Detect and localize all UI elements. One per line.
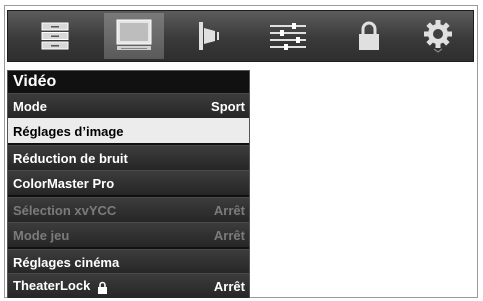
video-menu: Vidéo Mode Sport Réglages d’image Réduct…: [7, 70, 250, 298]
menu-item-label: TheaterLock: [13, 278, 91, 294]
menu-item-picture-settings[interactable]: Réglages d’image: [8, 118, 249, 143]
picture-tab[interactable]: [104, 13, 164, 59]
lock-icon: [98, 281, 108, 294]
menu-item-cinema-settings[interactable]: Réglages cinéma: [8, 249, 249, 274]
menu-item-label: Réglages d’image: [13, 123, 124, 139]
setup-list-icon: [41, 22, 69, 50]
audio-speaker-icon: [199, 22, 219, 50]
audio-tab[interactable]: [180, 13, 240, 59]
menu-item-theaterlock[interactable]: TheaterLock Arrêt: [8, 273, 249, 298]
menu-item-label: ColorMaster Pro: [13, 175, 115, 191]
picture-monitor-icon: [116, 19, 152, 50]
menu-item-label-group: TheaterLock: [13, 278, 108, 294]
menu-item-label: Réduction de bruit: [13, 150, 128, 166]
lock-icon: [359, 21, 379, 50]
lock-tab[interactable]: [339, 13, 399, 59]
menu-item-label: Sélection xvYCC: [13, 202, 117, 218]
menu-item-label: Réglages cinéma: [13, 254, 120, 270]
menu-item-value: Arrêt: [213, 202, 245, 218]
menu-title: Vidéo: [8, 71, 249, 93]
menu-item-value: Arrêt: [213, 227, 245, 243]
menu-item-noise-reduction[interactable]: Réduction de bruit: [8, 145, 249, 170]
top-icon-bar: [7, 10, 474, 62]
menu-item-mode[interactable]: Mode Sport: [8, 93, 249, 118]
menu-item-label: Mode jeu: [13, 227, 70, 243]
gear-icon: [424, 20, 452, 53]
settings-adjust-tab[interactable]: [258, 13, 318, 59]
menu-item-colormaster-pro[interactable]: ColorMaster Pro: [8, 170, 249, 195]
menu-item-value: Arrêt: [213, 278, 245, 294]
setup-gear-tab[interactable]: [408, 13, 468, 59]
menu-item-game-mode: Mode jeu Arrêt: [8, 222, 249, 247]
setup-list-tab[interactable]: [25, 13, 85, 59]
menu-item-xvycc-selection: Sélection xvYCC Arrêt: [8, 197, 249, 222]
menu-item-label: Mode: [13, 98, 47, 114]
menu-item-value: Sport: [211, 98, 245, 114]
sliders-icon: [270, 23, 306, 50]
